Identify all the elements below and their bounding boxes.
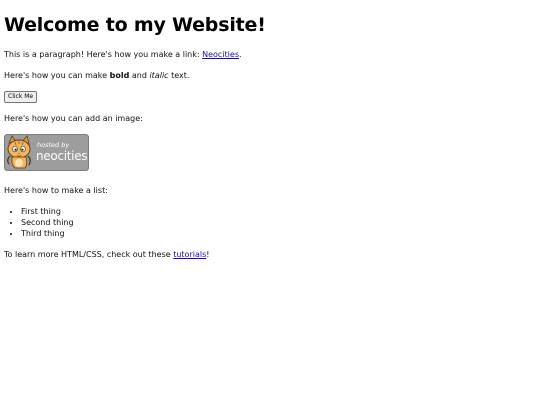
- intro-text: This is a paragraph! Here's how you make…: [4, 50, 203, 59]
- tutorials-link[interactable]: tutorials: [173, 250, 206, 259]
- neocities-link[interactable]: Neocities: [202, 50, 239, 59]
- formatting-paragraph: Here's how you can make bold and italic …: [4, 70, 534, 81]
- footer-text-end: !: [206, 250, 210, 259]
- hosted-by-neocities-badge[interactable]: hosted by neocities: [4, 134, 89, 171]
- intro-text-end: .: [239, 50, 242, 59]
- neocities-cat-icon: hosted by neocities: [4, 134, 89, 171]
- formatting-text: Here's how you can make: [4, 71, 110, 80]
- click-me-button[interactable]: Click Me: [4, 91, 38, 103]
- page-content: Welcome to my Website! This is a paragra…: [4, 0, 534, 270]
- badge-brand-text: neocities: [36, 149, 87, 163]
- formatting-text-end: text.: [168, 71, 190, 80]
- formatting-text-middle: and: [129, 71, 150, 80]
- list-item: First thing: [21, 206, 534, 217]
- footer-paragraph: To learn more HTML/CSS, check out these …: [4, 249, 534, 260]
- example-list: First thing Second thing Third thing: [4, 206, 534, 239]
- italic-text: italic: [149, 71, 169, 80]
- list-intro: Here's how to make a list:: [4, 186, 108, 195]
- intro-paragraph: This is a paragraph! Here's how you make…: [4, 49, 534, 60]
- list-item: Second thing: [21, 217, 534, 228]
- list-item: Third thing: [21, 228, 534, 239]
- badge-small-text: hosted by: [37, 141, 69, 149]
- page-title: Welcome to my Website!: [4, 14, 266, 36]
- footer-text: To learn more HTML/CSS, check out these: [4, 250, 174, 259]
- bold-text: bold: [109, 71, 130, 80]
- image-intro: Here's how you can add an image:: [4, 114, 143, 123]
